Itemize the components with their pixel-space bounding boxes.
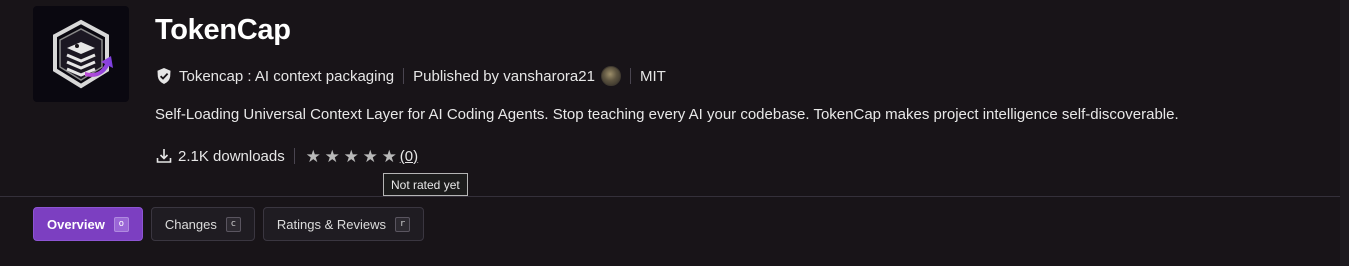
download-count: 2.1K downloads — [178, 147, 285, 165]
extension-logo — [33, 6, 129, 102]
tab-label: Overview — [47, 216, 105, 232]
rating-tooltip: Not rated yet — [383, 173, 468, 196]
extension-description: Self-Loading Universal Context Layer for… — [155, 106, 1179, 123]
extension-header: TokenCap Tokencap : AI context packaging… — [0, 0, 1349, 197]
extension-title: TokenCap — [155, 14, 291, 46]
tab-label: Ratings & Reviews — [276, 216, 386, 232]
download-icon — [155, 147, 173, 165]
published-by-text[interactable]: Published by vansharora21 — [413, 68, 595, 85]
divider — [629, 68, 631, 84]
scrollbar[interactable] — [1340, 0, 1349, 266]
keyboard-shortcut-badge: r — [394, 216, 410, 232]
tab-bar: Overview o Changes c Ratings & Reviews r — [33, 207, 424, 241]
star-icon: ★ — [305, 146, 321, 166]
rating-count-link[interactable]: (0) — [400, 148, 418, 165]
divider — [403, 68, 405, 84]
verified-badge-icon — [155, 67, 173, 85]
divider — [293, 148, 295, 164]
extension-stats: 2.1K downloads ★ ★ ★ ★ ★ (0) — [155, 145, 418, 167]
tab-label: Changes — [164, 216, 217, 232]
star-icon: ★ — [343, 146, 359, 166]
license-link[interactable]: MIT — [640, 68, 666, 85]
publisher-link[interactable]: Tokencap : AI context packaging — [179, 68, 394, 85]
tab-ratings-reviews[interactable]: Ratings & Reviews r — [262, 207, 424, 241]
star-icon: ★ — [324, 146, 340, 166]
star-icon: ★ — [381, 146, 397, 166]
keyboard-shortcut-badge: c — [225, 216, 241, 232]
star-icon: ★ — [362, 146, 378, 166]
tab-changes[interactable]: Changes c — [150, 207, 255, 241]
rating-stars[interactable]: ★ ★ ★ ★ ★ — [304, 148, 399, 165]
extension-meta: Tokencap : AI context packaging Publishe… — [155, 66, 666, 86]
tab-overview[interactable]: Overview o — [33, 207, 143, 241]
keyboard-shortcut-badge: o — [113, 216, 129, 232]
publisher-avatar — [600, 66, 621, 86]
header-divider — [0, 196, 1340, 197]
